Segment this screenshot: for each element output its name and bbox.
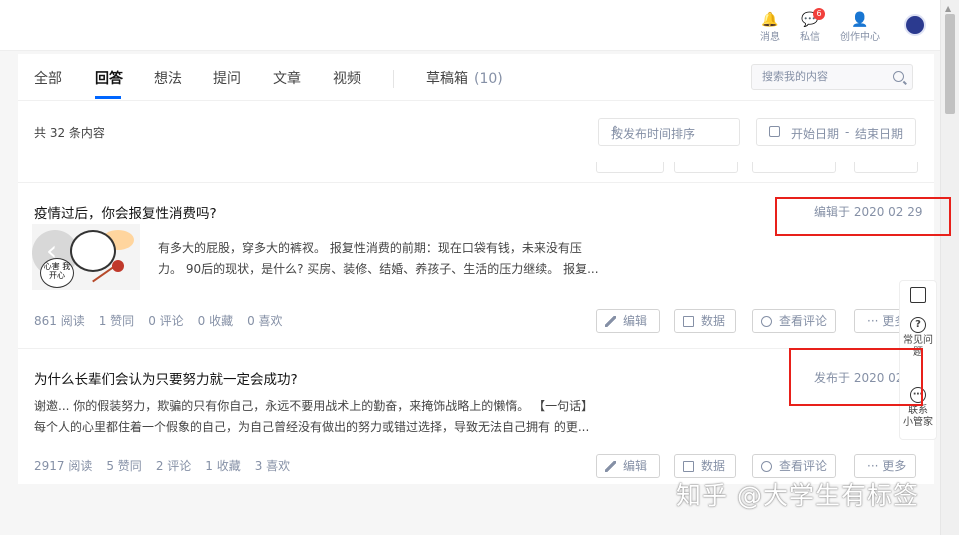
reads-count: 861 阅读: [34, 314, 85, 328]
tab-all[interactable]: 全部: [34, 68, 62, 88]
search-input[interactable]: [760, 69, 884, 84]
reads-count: 2917 阅读: [34, 459, 93, 473]
view-comments-button[interactable]: 查看评论: [752, 309, 836, 333]
view-comments-label: 查看评论: [779, 314, 828, 328]
feedback-button[interactable]: [900, 287, 936, 305]
comment-icon: [761, 461, 772, 472]
cartoon-face: [70, 230, 116, 272]
likes-count: 5 赞同: [106, 459, 142, 473]
dm-label: 私信: [800, 32, 820, 43]
partial-button: [596, 162, 664, 173]
tab-answers[interactable]: 回答: [95, 68, 123, 88]
data-button[interactable]: 数据: [674, 454, 736, 478]
contact-label-1: 联系: [908, 405, 928, 416]
answer-thumbnail[interactable]: 心害 我开心: [32, 224, 140, 290]
answer-stats: 861 阅读 1 赞同 0 评论 0 收藏 0 喜欢: [34, 312, 297, 329]
answer-excerpt[interactable]: 有多大的屁股，穿多大的裤衩。 报复性消费的前期：现在口袋有钱，未来没有压 力。 …: [158, 238, 599, 280]
tab-articles[interactable]: 文章: [273, 68, 301, 88]
pencil-icon: [605, 316, 616, 327]
answer-title[interactable]: 为什么长辈们会认为只要努力就一定会成功?: [34, 368, 298, 388]
edit-label: 编辑: [623, 459, 648, 473]
edit-label: 编辑: [623, 314, 648, 328]
date-separator: -: [845, 125, 850, 139]
comment-icon: [761, 316, 772, 327]
data-button[interactable]: 数据: [674, 309, 736, 333]
content-panel: 全部 回答 想法 提问 文章 视频 草稿箱 (10) 共 32 条内容 按发布时间…: [18, 54, 934, 484]
collects-count: 0 收藏: [197, 314, 234, 328]
active-tab-indicator: [95, 96, 121, 99]
excerpt-line: 有多大的屁股，穿多大的裤衩。 报复性消费的前期：现在口袋有钱，未来没有压: [158, 241, 582, 255]
partial-button: [752, 162, 836, 173]
dm-badge: 6: [813, 8, 825, 20]
search-icon[interactable]: [893, 71, 904, 82]
drafts-count: (10): [474, 71, 503, 87]
tab-questions[interactable]: 提问: [213, 68, 241, 88]
creator-label: 创作中心: [840, 32, 880, 43]
divider: [18, 182, 934, 183]
likes-count: 1 赞同: [98, 314, 135, 328]
date-start[interactable]: 开始日期: [791, 125, 839, 142]
feedback-icon: [910, 287, 926, 303]
cartoon-ball: [112, 260, 124, 272]
avatar[interactable]: [904, 14, 926, 36]
highlight-box: [789, 348, 923, 406]
direct-messages-button[interactable]: 💬 6 私信: [785, 8, 835, 43]
answer-excerpt[interactable]: 谢邀... 你的假装努力，欺骗的只有你自己，永远不要用战术上的勤奋，来掩饰战略上…: [34, 396, 593, 438]
search-box[interactable]: [751, 64, 913, 90]
more-label: ··· 更多: [867, 459, 907, 473]
comments-count: 2 评论: [155, 459, 192, 473]
pencil-icon: [605, 461, 616, 472]
total-count: 共 32 条内容: [34, 126, 105, 140]
top-bar: 🔔 消息 💬 6 私信 👤 创作中心: [0, 0, 940, 51]
question-icon: ?: [910, 317, 926, 333]
favs-count: 3 喜欢: [254, 459, 291, 473]
edit-button[interactable]: 编辑: [596, 454, 660, 478]
contact-label-2: 小管家: [903, 417, 933, 428]
sort-select[interactable]: 按发布时间排序 ⇕: [598, 118, 740, 146]
highlight-box: [775, 197, 951, 236]
chat-bubble-icon: 💬: [801, 12, 819, 28]
view-comments-label: 查看评论: [779, 459, 828, 473]
partial-button: [854, 162, 918, 173]
scrollbar-thumb[interactable]: [945, 14, 955, 114]
view-comments-button[interactable]: 查看评论: [752, 454, 836, 478]
data-label: 数据: [701, 459, 726, 473]
favs-count: 0 喜欢: [247, 314, 283, 328]
user-icon: 👤: [851, 12, 869, 28]
chevron-updown-icon: ⇕: [611, 125, 620, 136]
answer-stats: 2917 阅读 5 赞同 2 评论 1 收藏 3 喜欢: [34, 457, 304, 474]
scroll-up-icon[interactable]: ▲: [945, 4, 951, 13]
drafts-label: 草稿箱: [426, 71, 468, 87]
data-label: 数据: [701, 314, 726, 328]
comments-count: 0 评论: [148, 314, 184, 328]
tab-videos[interactable]: 视频: [333, 68, 361, 88]
tab-divider: [393, 70, 394, 88]
date-end[interactable]: 结束日期: [855, 125, 903, 142]
excerpt-line: 每个人的心里都住着一个假象的自己，为自己曾经没有做出的努力或错过选择，导致无法自…: [34, 420, 590, 434]
excerpt-line: 谢邀... 你的假装努力，欺骗的只有你自己，永远不要用战术上的勤奋，来掩饰战略上…: [34, 399, 594, 413]
speech-bubble: 心害 我开心: [40, 258, 74, 288]
edit-button[interactable]: 编辑: [596, 309, 660, 333]
excerpt-line: 力。 90后的现状，是什么? 买房、装修、结婚、养孩子、生活的压力继续。 报复.…: [158, 262, 599, 276]
answer-title[interactable]: 疫情过后，你会报复性消费吗?: [34, 202, 217, 222]
messages-label: 消息: [760, 32, 780, 43]
collects-count: 1 收藏: [205, 459, 241, 473]
tab-drafts[interactable]: 草稿箱 (10): [426, 68, 503, 88]
page-scrollbar[interactable]: ▲: [940, 0, 959, 535]
content-tabs: 全部 回答 想法 提问 文章 视频 草稿箱 (10): [18, 54, 934, 101]
chart-icon: [683, 461, 694, 472]
partial-button: [674, 162, 738, 173]
calendar-icon: [769, 126, 780, 137]
creator-center-button[interactable]: 👤 创作中心: [834, 12, 886, 43]
date-range-picker[interactable]: 开始日期 - 结束日期: [756, 118, 916, 146]
more-button[interactable]: ··· 更多: [854, 454, 916, 478]
tab-thoughts[interactable]: 想法: [154, 68, 182, 88]
chart-icon: [683, 316, 694, 327]
watermark: 知乎 @大学生有标签: [676, 481, 919, 510]
